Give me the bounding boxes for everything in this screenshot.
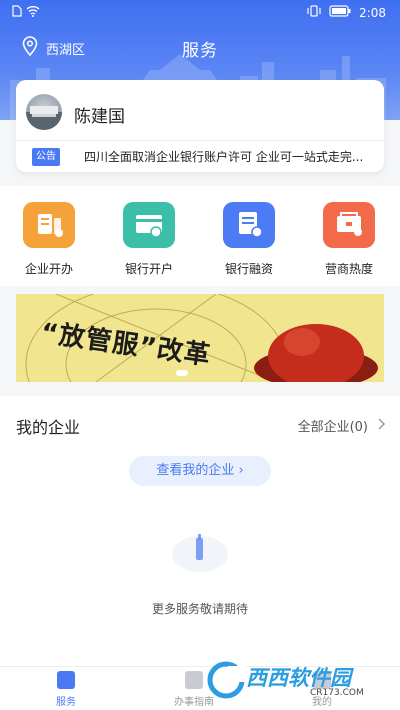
watermark: 西西软件园 CR173.COM xyxy=(206,660,384,702)
service-bank-finance[interactable]: 银行融资 xyxy=(214,202,284,277)
tab-label: 服务 xyxy=(56,697,76,708)
service-business-heat[interactable]: 营商热度 xyxy=(314,202,384,277)
vibrate-icon xyxy=(307,5,321,20)
tab-service[interactable]: 服务 xyxy=(36,671,96,708)
notice-text[interactable]: 四川全面取消企业银行账户许可 企业可一站式走完... xyxy=(84,148,374,166)
page-title: 服务 xyxy=(182,41,218,61)
service-label: 银行融资 xyxy=(224,262,273,276)
sim-icon xyxy=(12,5,22,20)
avatar[interactable] xyxy=(26,94,62,130)
service-tab-icon xyxy=(57,671,75,689)
service-label: 银行开户 xyxy=(124,262,173,276)
my-company-section: 我的企业 全部企业(0) 查看我的企业 › 更多服务敬请期待 xyxy=(0,396,400,666)
service-label: 企业开办 xyxy=(24,262,73,276)
carousel-indicator xyxy=(176,370,188,376)
top-bar: 西湖区 服务 xyxy=(0,34,400,61)
status-time: 2:08 xyxy=(359,5,386,20)
promo-banner[interactable]: “放管服”改革 xyxy=(16,294,384,382)
all-companies-label: 全部企业(0) xyxy=(297,420,368,435)
notice-tag: 公告 xyxy=(32,148,60,166)
divider xyxy=(16,140,384,141)
services-grid: 企业开办 银行开户 银行融资 营商热度 xyxy=(0,186,400,286)
service-label: 营商热度 xyxy=(324,262,373,276)
carousel-dot xyxy=(176,370,188,376)
view-my-company-button[interactable]: 查看我的企业 › xyxy=(129,456,271,486)
empty-state-illustration xyxy=(172,534,228,572)
empty-state-text: 更多服务敬请期待 xyxy=(151,602,248,616)
battery-icon xyxy=(329,5,351,20)
watermark-logo xyxy=(207,661,246,699)
service-business-setup[interactable]: 企业开办 xyxy=(14,202,84,277)
profile-card[interactable]: 陈建国 公告 四川全面取消企业银行账户许可 企业可一站式走完... xyxy=(16,80,384,172)
bank-card-icon xyxy=(123,202,175,248)
section-title: 我的企业 xyxy=(16,418,81,437)
user-name: 陈建国 xyxy=(74,107,125,127)
status-bar: 2:08 xyxy=(0,0,400,26)
service-bank-account[interactable]: 银行开户 xyxy=(114,202,184,277)
business-setup-icon xyxy=(23,202,75,248)
bank-finance-icon xyxy=(223,202,275,248)
all-companies-link[interactable]: 全部企业(0) xyxy=(298,416,386,435)
wifi-icon xyxy=(26,5,40,20)
guide-tab-icon xyxy=(185,671,203,689)
chevron-right-icon xyxy=(378,417,386,434)
business-heat-icon xyxy=(323,202,375,248)
watermark-url: CR173.COM xyxy=(310,688,364,698)
